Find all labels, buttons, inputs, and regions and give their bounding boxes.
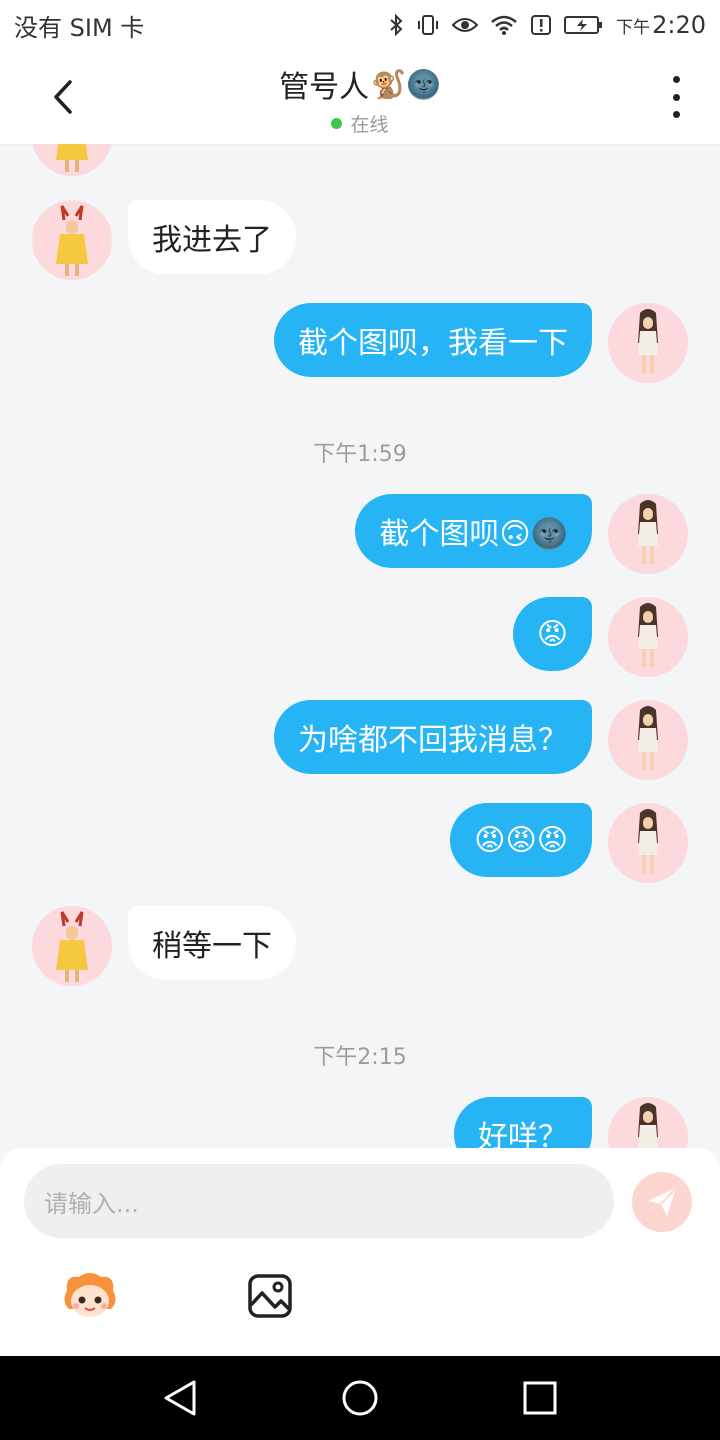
contact-avatar-image <box>56 205 88 276</box>
my-avatar[interactable] <box>608 700 688 780</box>
my-avatar-image <box>638 706 658 770</box>
message-row-outgoing: 好咩？ <box>0 1097 720 1148</box>
send-button[interactable] <box>632 1172 692 1232</box>
vibrate-icon <box>416 13 440 37</box>
title-block: 管号人 🐒🌚 在线 <box>0 62 720 137</box>
message-bubble[interactable]: 😡 <box>512 597 592 671</box>
message-row-outgoing: 截个图呗🙃🌚 <box>0 494 720 574</box>
square-recents-icon <box>523 1381 557 1415</box>
contact-avatar[interactable] <box>32 906 112 986</box>
message-row-incoming: 稍等一下 <box>0 906 720 986</box>
my-avatar[interactable] <box>608 597 688 677</box>
my-avatar-image <box>638 500 658 564</box>
contact-avatar[interactable] <box>32 144 112 176</box>
wifi-icon <box>490 14 518 36</box>
system-nav-bar <box>0 1356 720 1440</box>
paper-plane-icon <box>648 1187 677 1216</box>
sticker-button[interactable] <box>60 1266 120 1326</box>
contact-avatar-image <box>56 144 88 172</box>
online-status: 在线 <box>0 110 720 137</box>
my-avatar-image <box>638 603 658 667</box>
nav-back-button[interactable] <box>158 1376 202 1420</box>
eye-icon <box>452 15 479 35</box>
online-dot-icon <box>331 118 343 129</box>
message-input-placeholder: 请输入... <box>44 1189 139 1218</box>
message-text: 😡 <box>536 616 568 652</box>
message-bubble[interactable]: 截个图呗🙃🌚 <box>355 494 592 568</box>
my-avatar-image <box>638 1103 658 1148</box>
message-row-outgoing: 😡😡😡 <box>0 803 720 883</box>
message-row-incoming: 我进去了 <box>0 200 720 280</box>
message-text: 😡😡😡 <box>474 822 568 858</box>
input-panel: 请输入... <box>0 1148 720 1356</box>
message-row-outgoing: 截个图呗，我看一下 <box>0 303 720 383</box>
timestamp: 下午1:59 <box>313 442 407 467</box>
message-row-outgoing: 为啥都不回我消息？ <box>0 700 720 780</box>
nav-recents-button[interactable] <box>518 1376 562 1420</box>
status-bar: 没有 SIM 卡 下午2:20 <box>0 0 720 50</box>
bluetooth-icon <box>388 13 404 37</box>
message-list[interactable]: 住 我进去了 截个图呗，我看一下 下午1:59 截个图呗🙃🌚 😡 为啥都不回我消… <box>0 144 720 1148</box>
message-text: 好咩？ <box>478 1120 568 1148</box>
image-icon <box>248 1274 292 1318</box>
online-status-label: 在线 <box>350 114 389 136</box>
triangle-back-icon <box>164 1380 196 1416</box>
more-dot-icon <box>672 76 680 83</box>
more-dot-icon <box>672 93 680 101</box>
chat-header: 管号人 🐒🌚 在线 <box>0 50 720 144</box>
message-row-incoming: 住 <box>0 144 720 176</box>
image-button[interactable] <box>240 1266 300 1326</box>
status-icons: 下午2:20 <box>388 11 706 39</box>
contact-name: 管号人 <box>279 70 370 105</box>
message-text: 截个图呗，我看一下 <box>298 326 568 361</box>
timestamp: 下午2:15 <box>313 1045 407 1070</box>
contact-avatar[interactable] <box>32 200 112 280</box>
battery-charging-icon <box>564 15 604 35</box>
message-bubble[interactable]: 😡😡😡 <box>450 803 592 877</box>
message-bubble[interactable]: 截个图呗，我看一下 <box>274 303 592 377</box>
my-avatar[interactable] <box>608 803 688 883</box>
my-avatar[interactable] <box>608 1097 688 1148</box>
message-row-outgoing: 😡 <box>0 597 720 677</box>
more-options-button[interactable] <box>666 76 686 118</box>
message-bubble[interactable]: 稍等一下 <box>128 906 296 980</box>
contact-avatar-image <box>56 911 88 982</box>
contact-name-emojis: 🐒🌚 <box>371 67 441 101</box>
sticker-mascot-icon <box>64 1273 116 1317</box>
message-text: 我进去了 <box>152 223 272 258</box>
my-avatar[interactable] <box>608 303 688 383</box>
message-input[interactable]: 请输入... <box>24 1164 614 1238</box>
message-bubble[interactable]: 我进去了 <box>128 200 296 274</box>
alert-icon <box>530 14 552 36</box>
message-text: 截个图呗🙃🌚 <box>379 517 568 552</box>
my-avatar-image <box>638 309 658 373</box>
nav-home-button[interactable] <box>338 1376 382 1420</box>
message-bubble[interactable]: 好咩？ <box>454 1097 592 1148</box>
carrier-label: 没有 SIM 卡 <box>14 13 145 42</box>
circle-home-icon <box>342 1380 378 1416</box>
message-bubble[interactable]: 为啥都不回我消息？ <box>274 700 592 774</box>
message-text: 稍等一下 <box>152 929 272 964</box>
message-text: 为啥都不回我消息？ <box>298 723 568 758</box>
my-avatar-image <box>638 809 658 873</box>
more-dot-icon <box>672 111 680 118</box>
my-avatar[interactable] <box>608 494 688 574</box>
clock: 下午2:20 <box>616 11 706 39</box>
